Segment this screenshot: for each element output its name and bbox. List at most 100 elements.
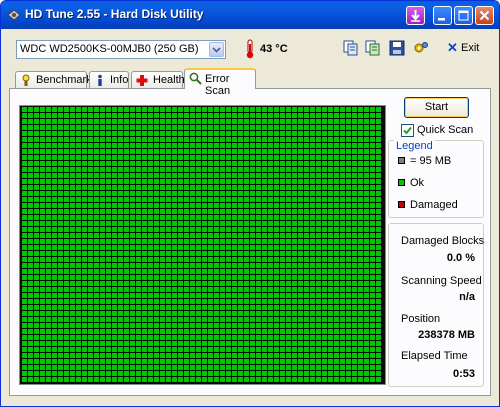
scan-block — [298, 215, 303, 220]
scan-block — [250, 155, 255, 160]
scan-block — [202, 353, 207, 358]
scan-block — [130, 353, 135, 358]
scan-block — [256, 269, 261, 274]
scan-block — [172, 329, 177, 334]
scan-block — [208, 143, 213, 148]
scan-block — [46, 227, 51, 232]
scan-block — [322, 365, 327, 370]
scan-block — [70, 197, 75, 202]
scan-block — [58, 335, 63, 340]
options-icon[interactable] — [413, 40, 429, 56]
scan-block — [40, 311, 45, 316]
scan-block — [250, 245, 255, 250]
scan-block — [298, 359, 303, 364]
scan-block — [358, 191, 363, 196]
scan-block — [94, 353, 99, 358]
scan-block — [136, 335, 141, 340]
scan-block — [118, 167, 123, 172]
scan-block — [112, 143, 117, 148]
quick-scan-box[interactable] — [401, 124, 414, 137]
scan-block — [172, 311, 177, 316]
download-icon[interactable] — [406, 6, 425, 25]
scan-block — [100, 335, 105, 340]
scan-block — [268, 251, 273, 256]
chevron-down-icon[interactable] — [209, 42, 224, 57]
scan-block — [28, 257, 33, 262]
scan-block — [172, 347, 177, 352]
tab-health[interactable]: Health — [131, 71, 185, 88]
scan-block — [130, 239, 135, 244]
scan-block — [244, 119, 249, 124]
scan-block — [22, 167, 27, 172]
scan-block — [250, 197, 255, 202]
scan-block — [124, 371, 129, 376]
tab-benchmark[interactable]: Benchmark — [15, 71, 92, 88]
scan-block — [238, 371, 243, 376]
scan-block — [88, 161, 93, 166]
scan-block — [40, 359, 45, 364]
scan-block — [100, 269, 105, 274]
scan-block — [70, 341, 75, 346]
scan-block — [112, 365, 117, 370]
scan-block — [364, 227, 369, 232]
scan-block — [304, 209, 309, 214]
close-button[interactable] — [475, 6, 494, 25]
scan-block — [268, 173, 273, 178]
scan-block — [76, 179, 81, 184]
scan-block — [82, 299, 87, 304]
tab-info[interactable]: Info — [89, 71, 129, 88]
scan-block — [46, 161, 51, 166]
scan-block — [298, 257, 303, 262]
scan-block — [88, 221, 93, 226]
scan-block — [148, 113, 153, 118]
scan-block — [208, 275, 213, 280]
maximize-button[interactable] — [454, 6, 473, 25]
scan-block — [340, 245, 345, 250]
scan-block — [220, 131, 225, 136]
scan-block — [130, 191, 135, 196]
scan-block — [298, 371, 303, 376]
scan-block — [340, 335, 345, 340]
scan-block — [166, 365, 171, 370]
scan-block — [52, 317, 57, 322]
scan-block — [352, 143, 357, 148]
scan-block — [328, 257, 333, 262]
scan-block — [256, 365, 261, 370]
drive-select[interactable]: WDC WD2500KS-00MJB0 (250 GB) — [16, 40, 226, 59]
minimize-button[interactable] — [433, 6, 452, 25]
copy-icon[interactable] — [343, 40, 359, 56]
scan-block — [52, 257, 57, 262]
start-button[interactable]: Start — [404, 97, 469, 118]
scan-block — [196, 317, 201, 322]
scan-block — [178, 287, 183, 292]
scan-block — [142, 365, 147, 370]
scan-block — [88, 215, 93, 220]
scan-block — [136, 203, 141, 208]
scan-block — [358, 167, 363, 172]
save-icon[interactable] — [389, 40, 405, 56]
scan-block — [160, 173, 165, 178]
copy-all-icon[interactable] — [365, 40, 381, 56]
scan-block — [244, 131, 249, 136]
scan-block — [214, 269, 219, 274]
scan-block — [214, 317, 219, 322]
scan-block — [364, 161, 369, 166]
scan-block — [250, 227, 255, 232]
scan-block — [238, 125, 243, 130]
scan-block — [160, 107, 165, 112]
scan-block — [262, 173, 267, 178]
scan-block — [160, 221, 165, 226]
scan-block — [268, 179, 273, 184]
tab-error-scan[interactable]: Error Scan — [184, 68, 256, 97]
scan-block — [268, 299, 273, 304]
scan-block — [130, 359, 135, 364]
scan-block — [190, 335, 195, 340]
exit-button[interactable]: ✕ Exit — [445, 40, 485, 58]
scan-block — [196, 179, 201, 184]
scan-block — [148, 185, 153, 190]
scan-block — [130, 293, 135, 298]
scan-block — [238, 155, 243, 160]
scan-block — [118, 251, 123, 256]
scan-block — [190, 275, 195, 280]
title-bar[interactable]: HD Tune 2.55 - Hard Disk Utility — [1, 1, 499, 29]
